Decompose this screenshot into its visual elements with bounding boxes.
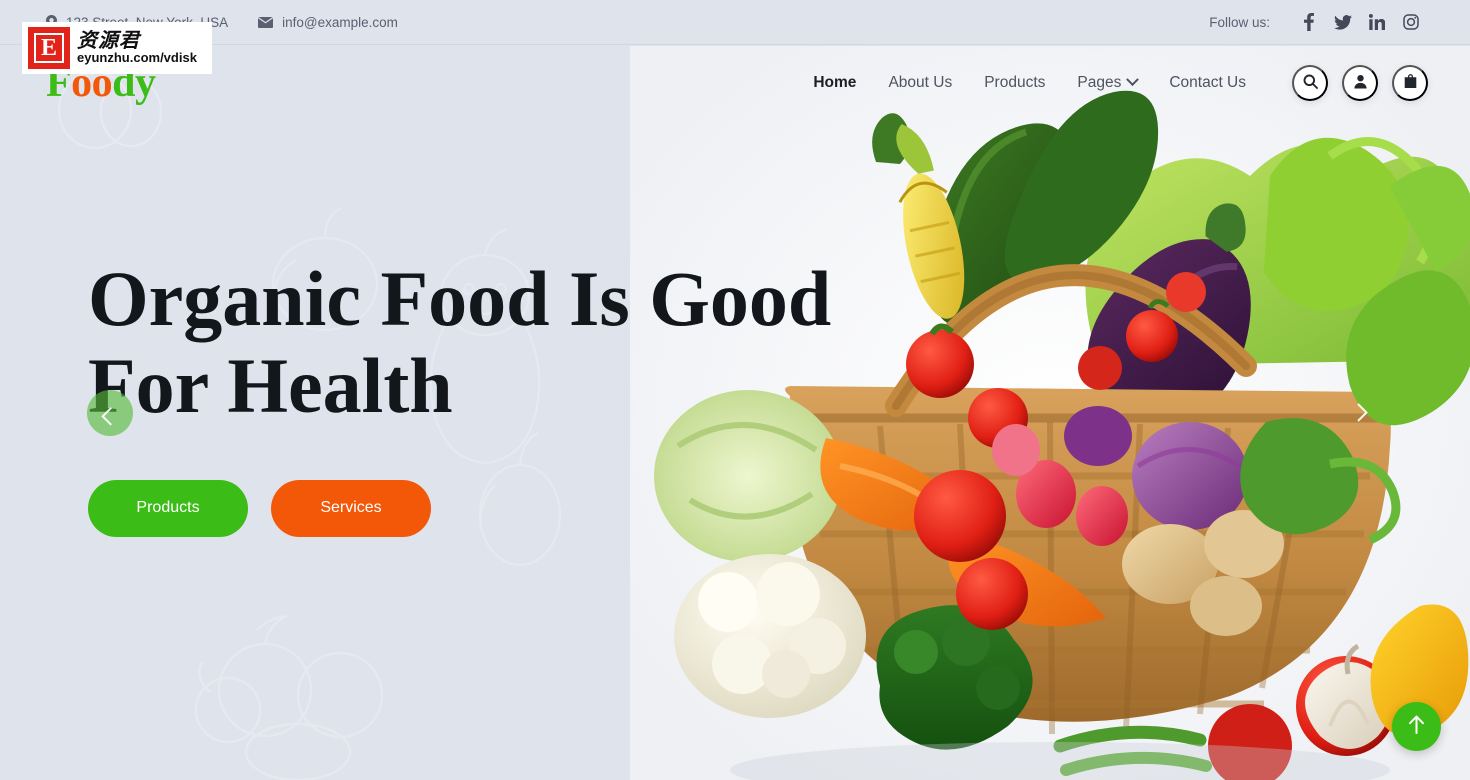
twitter-icon[interactable] (1326, 14, 1360, 30)
watermark-text-group: 资源君 eyunzhu.com/vdisk (77, 30, 197, 65)
carousel-next-button[interactable] (1338, 389, 1384, 435)
arrow-up-icon (1408, 715, 1425, 739)
instagram-icon[interactable] (1394, 14, 1428, 30)
user-icon (1353, 74, 1368, 92)
hero-title-line-1: Organic Food Is Good (88, 255, 832, 342)
hero-button-group: Products Services (88, 479, 868, 537)
follow-us-label: Follow us: (1209, 14, 1270, 30)
nav-item-pages[interactable]: Pages (1061, 73, 1153, 92)
nav-item-about-us[interactable]: About Us (872, 74, 968, 92)
nav-label-contact-us: Contact Us (1169, 73, 1246, 91)
services-button[interactable]: Services (271, 479, 431, 537)
cart-button[interactable] (1392, 64, 1428, 101)
email-text: info@example.com (282, 14, 398, 30)
facebook-icon[interactable] (1292, 13, 1326, 31)
watermark-logo-icon: E (28, 27, 70, 69)
hero-title-line-2: For Health (88, 342, 453, 430)
page-root: 123 Street, New York, USA info@example.c… (0, 0, 1470, 780)
watermark-logo-letter: E (34, 33, 64, 63)
hero-section: Organic Food Is Good For Health Products… (88, 255, 868, 537)
hero-title: Organic Food Is Good For Health (88, 255, 848, 430)
chevron-down-icon (1126, 73, 1140, 87)
bag-icon (1403, 73, 1418, 92)
search-icon (1303, 74, 1318, 92)
main-navigation: Home About Us Products Pages Contact Us (797, 73, 1262, 92)
header-action-group (1292, 64, 1428, 101)
search-button[interactable] (1292, 64, 1328, 101)
carousel-prev-button[interactable] (87, 390, 133, 436)
nav-label-pages: Pages (1077, 73, 1122, 91)
watermark-url: eyunzhu.com/vdisk (77, 50, 197, 66)
account-button[interactable] (1342, 64, 1378, 101)
nav-label-home: Home (813, 73, 857, 91)
chevron-left-icon (100, 406, 120, 426)
chevron-right-icon (1348, 402, 1368, 422)
envelope-icon (258, 16, 274, 28)
nav-label-about-us: About Us (888, 73, 953, 91)
watermark-overlay: E 资源君 eyunzhu.com/vdisk (22, 22, 212, 74)
nav-item-home[interactable]: Home (797, 74, 872, 92)
site-header: Foo dy Home About Us Products Pages Conta… (0, 45, 1470, 120)
social-group: Follow us: (1209, 13, 1428, 31)
products-button[interactable]: Products (88, 479, 248, 537)
top-utility-bar: 123 Street, New York, USA info@example.c… (0, 0, 1470, 45)
email-item[interactable]: info@example.com (258, 15, 398, 30)
nav-item-contact-us[interactable]: Contact Us (1153, 74, 1262, 92)
nav-label-products: Products (984, 73, 1046, 91)
linkedin-icon[interactable] (1360, 14, 1394, 30)
watermark-chinese-text: 资源君 (77, 28, 140, 53)
nav-item-products[interactable]: Products (968, 74, 1061, 92)
scroll-to-top-button[interactable] (1392, 702, 1441, 751)
